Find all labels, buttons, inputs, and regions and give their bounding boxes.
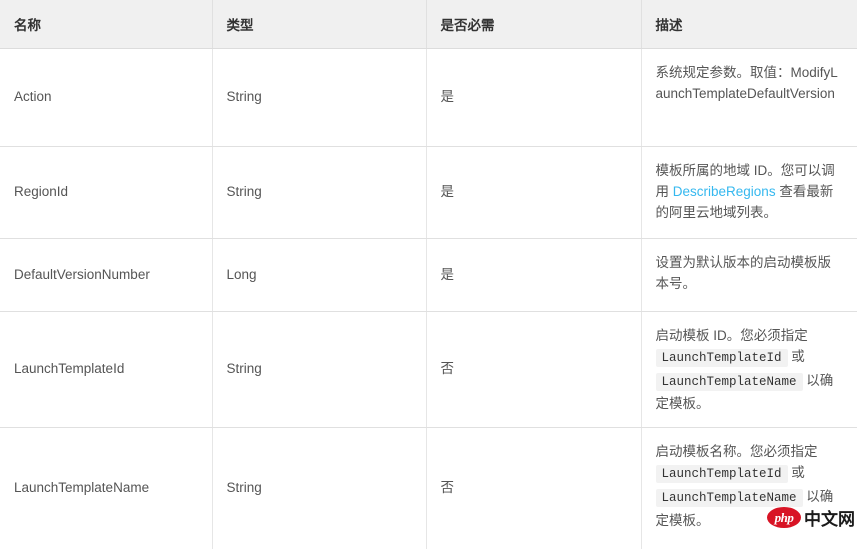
table-header: 名称 类型 是否必需 描述 [0,0,857,49]
cell-parameter-name: LaunchTemplateId [0,311,213,429]
column-header-required: 是否必需 [426,0,642,49]
cell-parameter-required: 否 [426,427,642,549]
description-text: 或 [787,348,805,364]
table-header-row: 名称 类型 是否必需 描述 [0,0,857,49]
cell-parameter-name: Action [0,48,213,147]
cell-parameter-description: 设置为默认版本的启动模板版本号。 [641,238,857,312]
cell-parameter-type: String [212,48,427,147]
table-body: Action String 是系统规定参数。取值：ModifyLaunchTempl… [0,48,857,549]
cell-parameter-required: 是 [426,238,642,312]
cell-parameter-required: 否 [426,311,642,429]
php-chinese-watermark: php 中文网 [767,505,855,530]
inline-code-token: LaunchTemplateId [655,465,788,484]
column-header-type: 类型 [212,0,427,49]
cell-parameter-type: String [212,427,427,549]
table-row: LaunchTemplateId String 否启动模板 ID。您必须指定 Lau… [0,311,857,429]
inline-code-token: LaunchTemplateName [655,372,803,391]
cell-parameter-description: 模板所属的地域 ID。您可以调用 DescribeRegions 查看最新的阿里… [641,146,857,239]
cell-parameter-description: 系统规定参数。取值：ModifyLaunchTemplateDefaultVer… [641,48,857,147]
table-row: LaunchTemplateName String 否启动模板名称。您必须指定 La… [0,427,857,549]
cell-parameter-type: String [212,146,427,239]
table-row: Action String 是系统规定参数。取值：ModifyLaunchTempl… [0,48,857,147]
description-text: 启动模板 ID。您必须指定 [655,328,808,343]
cell-parameter-name: LaunchTemplateName [0,427,213,549]
describe-regions-link[interactable]: DescribeRegions [673,184,776,199]
cell-parameter-description: 启动模板 ID。您必须指定 LaunchTemplateId 或 LaunchT… [641,311,857,429]
php-badge-icon: php [767,507,801,528]
table-row: RegionId String 是模板所属的地域 ID。您可以调用 Describe… [0,146,857,239]
api-parameters-table: 名称 类型 是否必需 描述 Action String 是系统规定参数。取值：Mod… [0,0,857,549]
watermark-label: 中文网 [804,510,855,530]
cell-parameter-required: 是 [426,48,642,147]
description-text: 启动模板名称。您必须指定 [655,444,818,460]
description-text: 或 [787,465,805,481]
description-text: 设置为默认版本的启动模板版本号。 [655,255,832,291]
column-header-name: 名称 [0,0,213,49]
cell-parameter-type: String [212,311,427,429]
cell-parameter-name: RegionId [0,146,213,239]
table-row: DefaultVersionNumber Long 是设置为默认版本的启动模板版本号… [0,238,857,312]
cell-parameter-required: 是 [426,146,642,239]
cell-parameter-type: Long [212,238,427,312]
description-text: 系统规定参数。取值：ModifyLaunchTemplateDefaultVer… [655,65,838,101]
cell-parameter-name: DefaultVersionNumber [0,238,213,312]
cell-parameter-description: 启动模板名称。您必须指定 LaunchTemplateId 或 LaunchTe… [641,428,857,549]
inline-code-token: LaunchTemplateId [655,348,788,367]
column-header-description: 描述 [641,0,857,49]
